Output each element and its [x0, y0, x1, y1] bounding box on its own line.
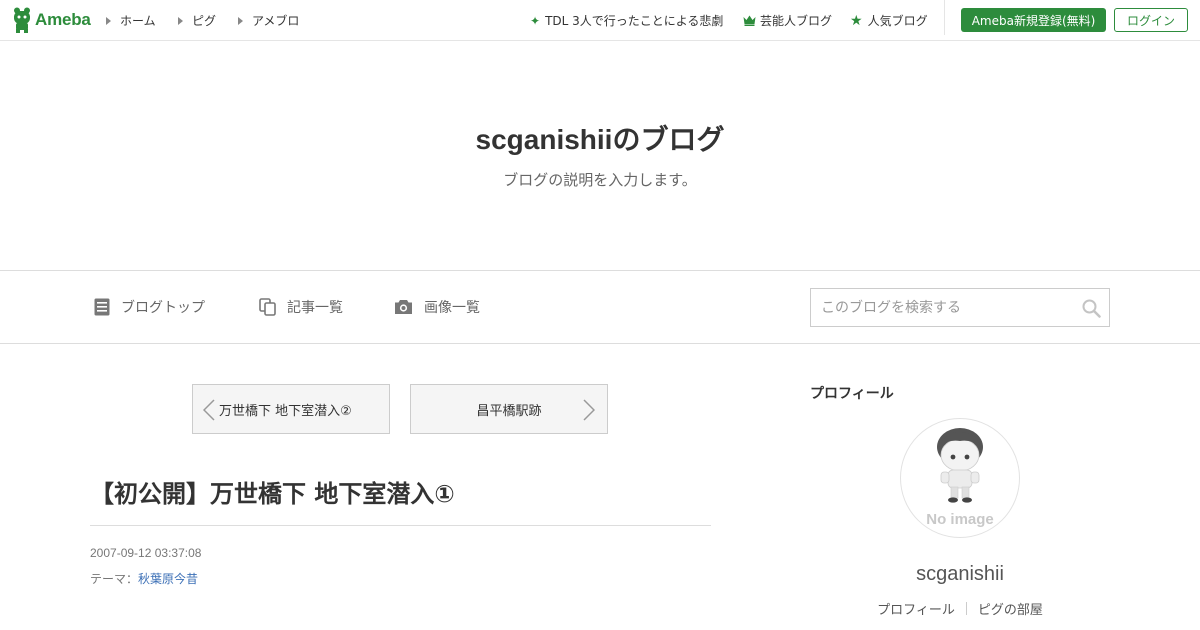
search-input[interactable]	[811, 289, 1071, 326]
nav-image-list[interactable]: 画像一覧	[394, 297, 480, 317]
link-separator	[965, 602, 967, 615]
article-date: 2007-09-12 03:37:08	[90, 546, 202, 560]
chevron-left-icon	[203, 399, 215, 421]
topnav-ameblo[interactable]: アメブロ	[238, 12, 299, 29]
article-title[interactable]: 【初公開】万世橋下 地下室潜入①	[90, 474, 455, 509]
article-theme: テーマ：秋葉原今昔	[90, 570, 198, 587]
ameba-logo[interactable]: Ameba	[12, 7, 91, 33]
copy-icon	[259, 298, 276, 316]
topnav-ameblo-label: アメブロ	[252, 14, 300, 28]
trend-link[interactable]: ✦ TDL 3人で行ったことによる悲劇	[530, 12, 723, 29]
blog-description: ブログの説明を入力します。	[503, 171, 697, 189]
article-divider	[90, 525, 711, 526]
chevron-right-icon	[583, 399, 595, 421]
prev-entry-button[interactable]: 万世橋下 地下室潜入②	[192, 384, 390, 434]
profile-link[interactable]: プロフィール	[877, 599, 955, 618]
triangle-right-icon	[106, 16, 111, 25]
trend-link-label: TDL 3人で行ったことによる悲劇	[545, 14, 724, 28]
topnav-home[interactable]: ホーム	[106, 12, 156, 29]
next-entry-button[interactable]: 昌平橋駅跡	[410, 384, 608, 434]
triangle-right-icon	[238, 16, 243, 25]
nav-blog-top-label: ブログトップ	[121, 300, 205, 316]
search-icon[interactable]	[1082, 299, 1101, 322]
topnav-home-label: ホーム	[120, 14, 156, 28]
blog-nav: ブログトップ 記事一覧 画像一覧	[0, 270, 1200, 344]
celebrity-blog-link[interactable]: 芸能人ブログ	[743, 12, 832, 29]
sparkle-icon: ✦	[530, 13, 541, 28]
topnav-pigg[interactable]: ピグ	[178, 12, 216, 29]
triangle-right-icon	[178, 16, 183, 25]
theme-label: テーマ：	[90, 572, 139, 586]
popular-blog-link[interactable]: ★ 人気ブログ	[850, 12, 928, 29]
next-entry-title: 昌平橋駅跡	[476, 403, 542, 419]
blog-search	[810, 288, 1110, 327]
camera-icon	[394, 299, 413, 315]
profile-links: プロフィール ピグの部屋	[810, 599, 1110, 618]
star-icon: ★	[850, 12, 863, 29]
logo-text: Ameba	[35, 10, 91, 29]
document-icon	[94, 298, 110, 316]
login-button[interactable]: ログイン	[1114, 8, 1188, 32]
crown-icon	[743, 15, 756, 26]
profile-name[interactable]: scganishii	[810, 563, 1110, 586]
profile-heading: プロフィール	[810, 386, 894, 402]
nav-entry-list[interactable]: 記事一覧	[259, 297, 343, 317]
nav-image-list-label: 画像一覧	[424, 300, 480, 316]
register-button[interactable]: Ameba新規登録(無料)	[961, 8, 1106, 32]
nav-blog-top[interactable]: ブログトップ	[94, 297, 205, 317]
theme-link[interactable]: 秋葉原今昔	[138, 572, 198, 586]
ameba-mascot-icon	[14, 7, 30, 33]
header-divider	[944, 0, 945, 35]
topnav-pigg-label: ピグ	[192, 14, 217, 28]
pigg-room-link[interactable]: ピグの部屋	[978, 599, 1043, 618]
prev-entry-title: 万世橋下 地下室潜入②	[219, 403, 352, 419]
no-image-label: No image	[926, 511, 994, 528]
nav-entry-list-label: 記事一覧	[287, 300, 343, 316]
celebrity-blog-label: 芸能人ブログ	[760, 14, 833, 28]
blog-title[interactable]: scganishiiのブログ	[0, 118, 1200, 158]
popular-blog-label: 人気ブログ	[867, 14, 928, 28]
global-header: Ameba ホーム ピグ アメブロ ✦ TDL 3人で行ったことによる悲劇 芸能…	[0, 0, 1200, 41]
avatar[interactable]: No image	[900, 418, 1020, 538]
